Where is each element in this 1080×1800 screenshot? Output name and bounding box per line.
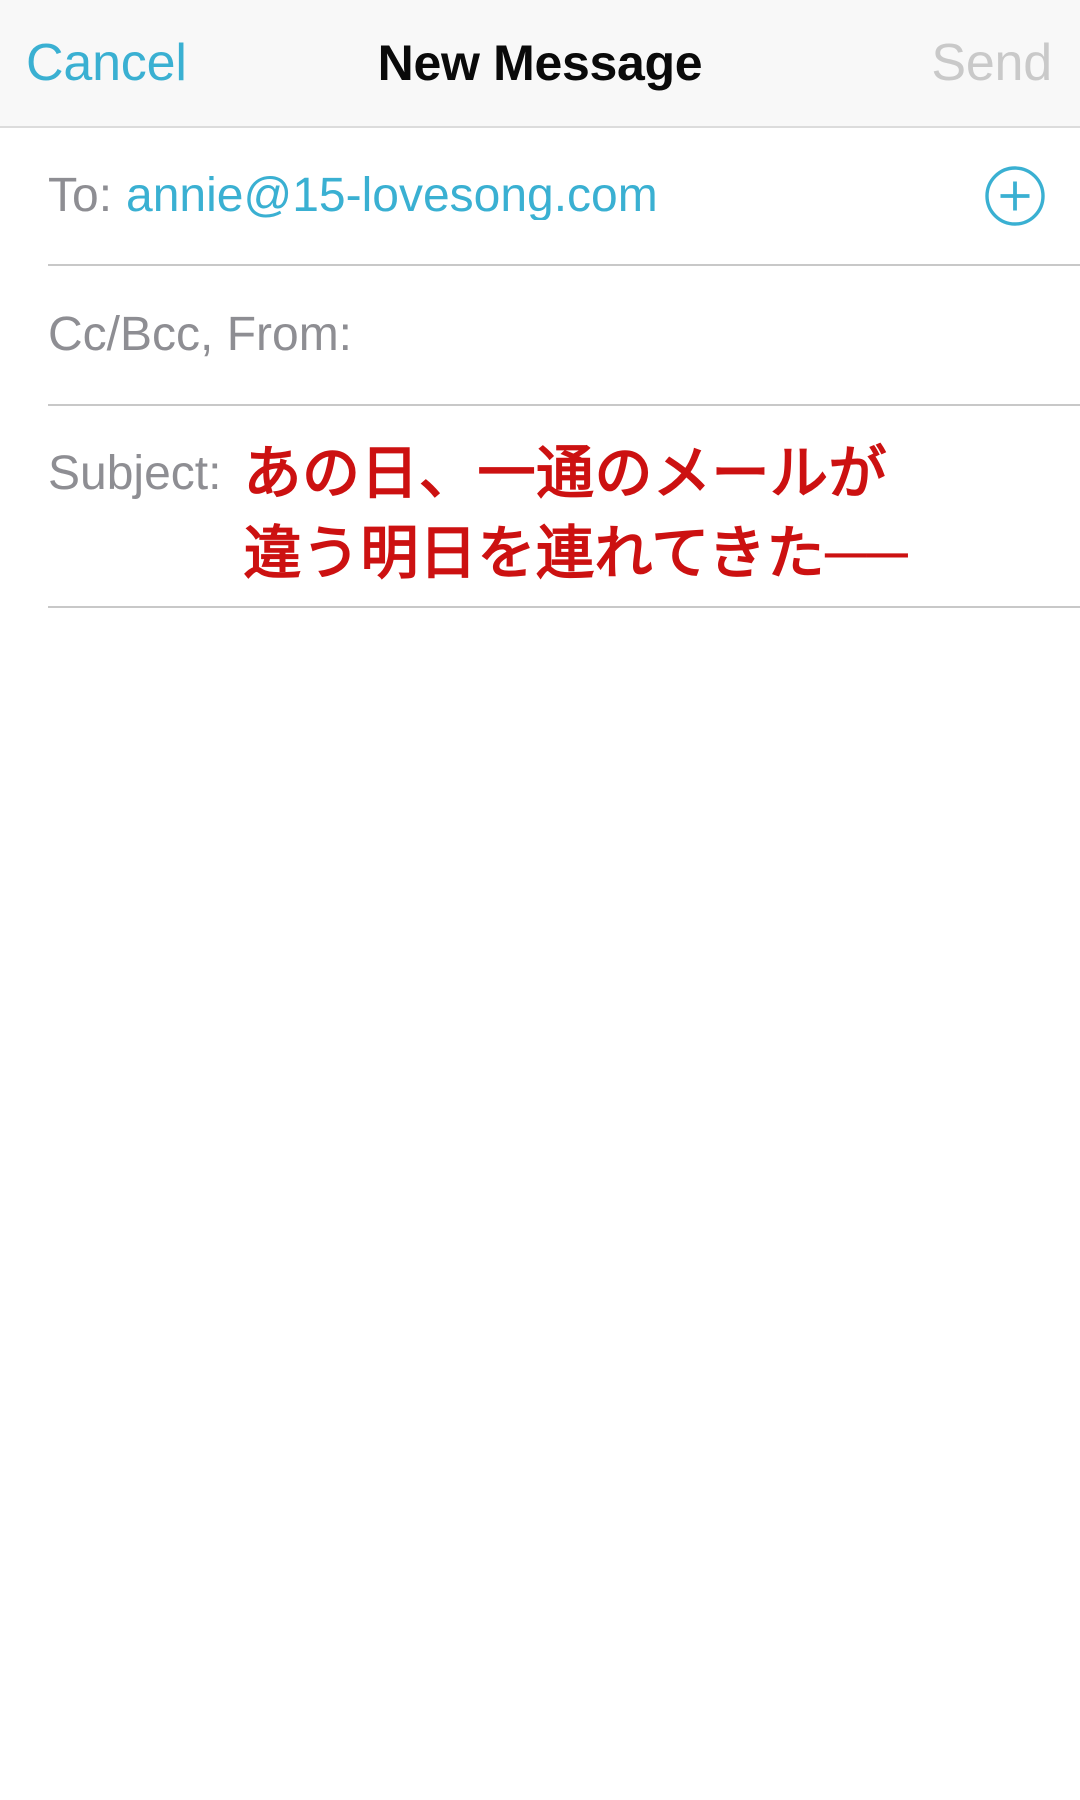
send-button[interactable]: Send [931,37,1052,89]
message-body-text[interactable] [0,608,1080,668]
subject-value[interactable]: あの日、一通のメールが 違う明日を連れてきた── [243,434,1080,594]
to-field-row[interactable]: To: annie@15-lovesong.com [0,128,1080,264]
plus-circle-icon [985,166,1045,226]
subject-line-2: 違う明日を連れてきた── [243,521,909,587]
to-recipient-value[interactable]: annie@15-lovesong.com [126,172,1080,220]
subject-field-label: Subject: [48,447,222,500]
cc-bcc-from-field-row[interactable]: Cc/Bcc, From: [0,266,1080,404]
subject-line-1: あの日、一通のメールが [243,441,887,506]
to-field-label: To: [48,169,113,222]
subject-field-row[interactable]: Subject: あの日、一通のメールが 違う明日を連れてきた── [0,406,1080,606]
message-body-area[interactable] [0,608,1080,1800]
page-title: New Message [377,35,703,91]
compose-mail-screen: Cancel New Message Send To: annie@15-lov… [0,0,1080,1800]
add-contact-button[interactable] [984,165,1046,227]
compose-fields: To: annie@15-lovesong.com Cc/Bcc, From: … [0,128,1080,608]
cc-bcc-from-label: Cc/Bcc, From: [48,308,353,361]
navigation-bar: Cancel New Message Send [0,0,1080,128]
